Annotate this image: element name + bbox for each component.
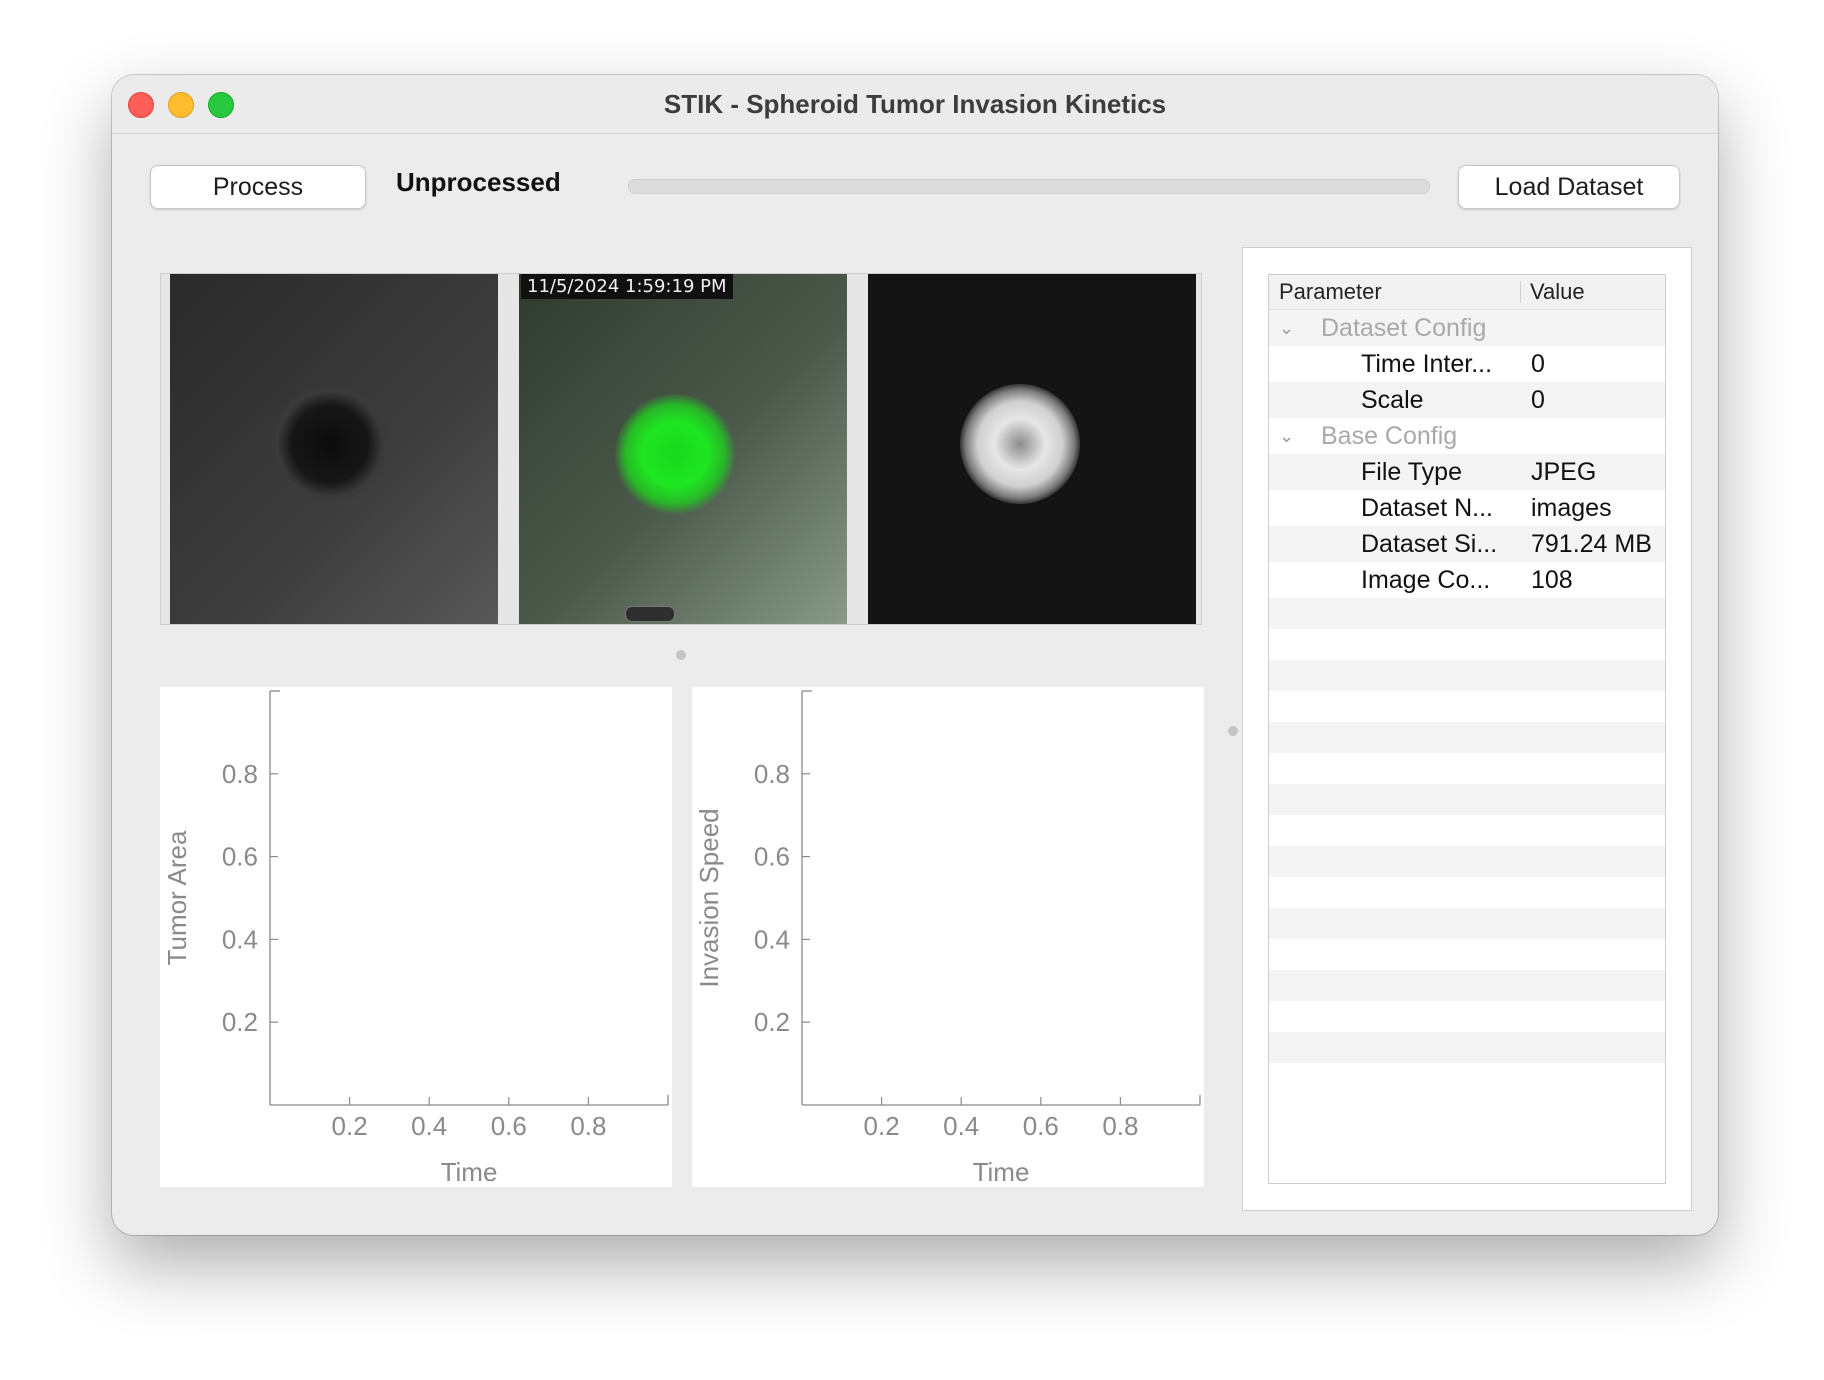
table-row[interactable]: Image Co... 108 (1269, 562, 1665, 598)
window-title: STIK - Spheroid Tumor Invasion Kinetics (663, 89, 1167, 119)
invasion-speed-x-axis-label: Time (973, 1157, 1030, 1187)
param-name: File Type (1361, 458, 1462, 486)
tumor-area-y-tick-label: 0.6 (222, 842, 258, 872)
tumor-area-x-tick-label: 0.8 (570, 1111, 606, 1141)
table-row[interactable]: Time Inter... 0 (1269, 346, 1665, 382)
param-value[interactable]: 791.24 MB (1531, 526, 1652, 562)
invasion-speed-y-tick-label: 0.4 (754, 924, 790, 954)
empty-table-row (1269, 784, 1665, 815)
empty-table-row (1269, 939, 1665, 970)
param-name: Dataset Si... (1361, 530, 1498, 558)
tumor-area-x-axis-label: Time (441, 1157, 498, 1187)
invasion-speed-chart-svg: 0.2 0.4 0.6 0.8 0.2 0.4 0.6 0.8 Time Invasion Spe… (694, 690, 1201, 1187)
empty-table-row (1269, 908, 1665, 939)
param-value[interactable]: 0 (1531, 346, 1545, 382)
image-viewer-panel: 11/5/2024 1:59:19 PM (160, 273, 1202, 625)
invasion-speed-x-tick-label: 0.2 (864, 1111, 900, 1141)
process-status: Unprocessed (396, 167, 561, 197)
tumor-area-x-tick-label: 0.4 (411, 1111, 447, 1141)
load-dataset-button[interactable]: Load Dataset (1458, 165, 1680, 209)
app-window: STIK - Spheroid Tumor Invasion Kinetics … (112, 75, 1718, 1235)
invasion-speed-x-tick-label: 0.8 (1102, 1111, 1138, 1141)
header-value[interactable]: Value (1530, 279, 1585, 305)
empty-table-row (1269, 1063, 1665, 1094)
empty-table-row (1269, 877, 1665, 908)
param-name: Time Inter... (1361, 350, 1493, 378)
spheroid-white (960, 384, 1080, 504)
group-row-dataset-config[interactable]: ⌄ Dataset Config (1269, 310, 1665, 346)
empty-table-row (1269, 1032, 1665, 1063)
progress-bar (628, 179, 1430, 194)
invasion-speed-x-tick-label: 0.4 (943, 1111, 979, 1141)
group-row-base-config[interactable]: ⌄ Base Config (1269, 418, 1665, 454)
image-timestamp: 11/5/2024 1:59:19 PM (521, 274, 733, 299)
empty-table-row (1269, 691, 1665, 722)
param-value[interactable]: images (1531, 490, 1612, 526)
tumor-area-chart: 0.2 0.4 0.6 0.8 0.2 0.4 0.6 0.8 Time Tumor Area (160, 687, 672, 1187)
tumor-area-y-tick-label: 0.2 (222, 1007, 258, 1037)
empty-rows (1269, 598, 1665, 1094)
empty-table-row (1269, 970, 1665, 1001)
tumor-area-chart-svg: 0.2 0.4 0.6 0.8 0.2 0.4 0.6 0.8 Time Tumor Area (162, 690, 669, 1187)
empty-table-row (1269, 629, 1665, 660)
invasion-speed-y-axis-label: Invasion Speed (694, 808, 724, 987)
invasion-speed-chart: 0.2 0.4 0.6 0.8 0.2 0.4 0.6 0.8 Time Invasion Spe… (692, 687, 1204, 1187)
empty-table-row (1269, 815, 1665, 846)
empty-table-row (1269, 846, 1665, 877)
header-divider[interactable] (1520, 281, 1521, 303)
image-scroll-handle[interactable] (625, 606, 675, 622)
group-label: Dataset Config (1321, 314, 1487, 342)
empty-table-row (1269, 1001, 1665, 1032)
tumor-area-y-axis-label: Tumor Area (162, 830, 192, 965)
invasion-speed-y-tick-label: 0.8 (754, 759, 790, 789)
param-name: Dataset N... (1361, 494, 1493, 522)
table-row[interactable]: Dataset N... images (1269, 490, 1665, 526)
empty-table-row (1269, 722, 1665, 753)
horizontal-splitter-handle[interactable] (676, 650, 686, 660)
invasion-speed-y-tick-label: 0.2 (754, 1007, 790, 1037)
invasion-speed-x-tick-label: 0.6 (1023, 1111, 1059, 1141)
chevron-down-icon[interactable]: ⌄ (1279, 418, 1294, 454)
chevron-down-icon[interactable]: ⌄ (1279, 310, 1294, 346)
process-button[interactable]: Process (150, 165, 366, 209)
table-row[interactable]: Scale 0 (1269, 382, 1665, 418)
vertical-splitter-handle[interactable] (1228, 726, 1238, 736)
tumor-area-x-tick-label: 0.2 (332, 1111, 368, 1141)
param-name: Image Co... (1361, 566, 1491, 594)
param-name: Scale (1361, 386, 1424, 414)
tumor-area-y-tick-label: 0.8 (222, 759, 258, 789)
table-row[interactable]: File Type JPEG (1269, 454, 1665, 490)
param-value[interactable]: 108 (1531, 562, 1573, 598)
header-parameter[interactable]: Parameter (1279, 279, 1382, 305)
empty-table-row (1269, 660, 1665, 691)
spheroid-dark (270, 384, 390, 504)
param-value[interactable]: JPEG (1531, 454, 1596, 490)
spheroid-green (615, 394, 735, 514)
param-value[interactable]: 0 (1531, 382, 1545, 418)
empty-table-row (1269, 753, 1665, 784)
brightfield-image[interactable] (170, 274, 498, 624)
overlay-image[interactable]: 11/5/2024 1:59:19 PM (519, 274, 847, 624)
tumor-area-y-tick-label: 0.4 (222, 924, 258, 954)
group-label: Base Config (1321, 422, 1458, 450)
invasion-speed-y-tick-label: 0.6 (754, 842, 790, 872)
tumor-area-x-tick-label: 0.6 (491, 1111, 527, 1141)
parameters-panel: Parameter Value ⌄ Dataset Config Time In… (1242, 247, 1692, 1211)
table-row[interactable]: Dataset Si... 791.24 MB (1269, 526, 1665, 562)
mask-image[interactable] (868, 274, 1196, 624)
title-bar: STIK - Spheroid Tumor Invasion Kinetics (112, 75, 1718, 134)
parameters-table: Parameter Value ⌄ Dataset Config Time In… (1268, 274, 1666, 1184)
empty-table-row (1269, 598, 1665, 629)
table-header: Parameter Value (1269, 275, 1665, 310)
